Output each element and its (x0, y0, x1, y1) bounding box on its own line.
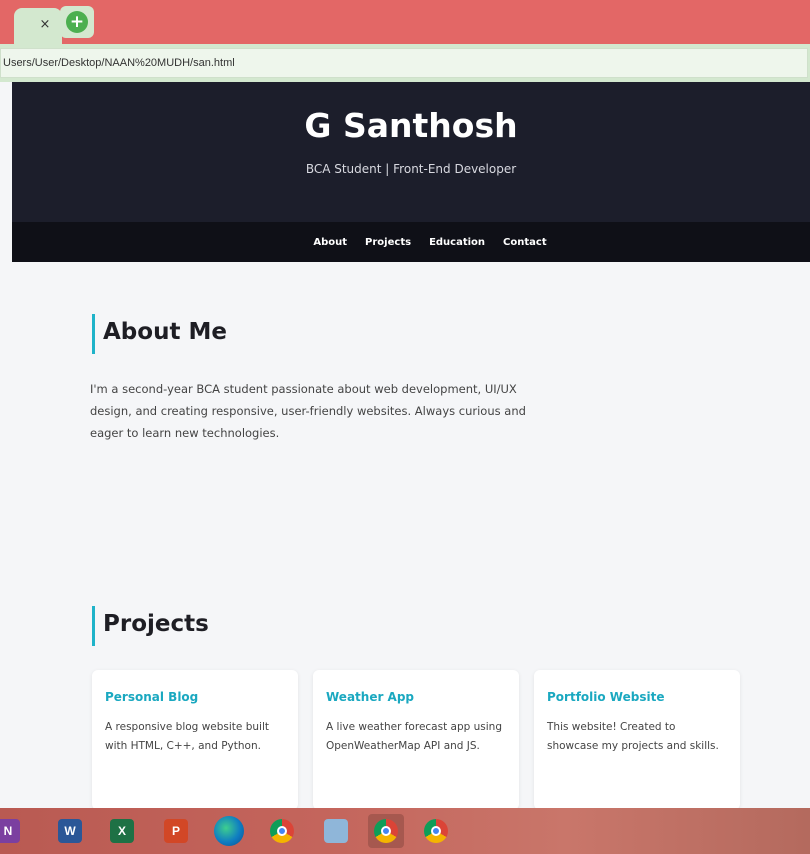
project-card-weather-app: Weather App A live weather forecast app … (313, 670, 519, 808)
project-card-description: This website! Created to showcase my pro… (547, 721, 719, 752)
about-title: About Me (92, 314, 227, 354)
browser-tab[interactable]: × (14, 8, 62, 44)
url-text: Users/User/Desktop/NAAN%20MUDH/san.html (3, 57, 235, 69)
nav-link-projects[interactable]: Projects (365, 237, 411, 248)
projects-title: Projects (92, 606, 209, 646)
project-card-title: Personal Blog (105, 690, 199, 704)
url-input[interactable]: Users/User/Desktop/NAAN%20MUDH/san.html (0, 48, 808, 78)
nav-link-about[interactable]: About (313, 237, 347, 248)
new-tab-button[interactable]: + (60, 6, 94, 38)
about-text: I'm a second-year BCA student passionate… (90, 382, 526, 440)
taskbar: N W X P (0, 808, 810, 854)
word-icon[interactable]: W (58, 819, 82, 843)
powerpoint-icon[interactable]: P (164, 819, 188, 843)
project-card-description: A responsive blog website built with HTM… (105, 721, 269, 752)
site-nav: About Projects Education Contact (12, 222, 810, 262)
chrome-icon[interactable] (270, 819, 294, 843)
notepad-icon[interactable] (324, 819, 348, 843)
project-card-portfolio-website: Portfolio Website This website! Created … (534, 670, 740, 808)
chrome-active-icon[interactable] (368, 814, 404, 848)
close-tab-icon[interactable]: × (38, 18, 52, 32)
nav-link-contact[interactable]: Contact (503, 237, 547, 248)
onenote-icon[interactable]: N (0, 819, 20, 843)
page-viewport: G Santhosh BCA Student | Front-End Devel… (12, 82, 810, 808)
chrome-profile-icon[interactable] (424, 819, 448, 843)
edge-icon[interactable] (214, 816, 244, 846)
excel-icon[interactable]: X (110, 819, 134, 843)
plus-icon: + (66, 11, 88, 33)
project-card-title: Portfolio Website (547, 690, 665, 704)
browser-tab-strip: × + (0, 0, 810, 44)
project-card-personal-blog: Personal Blog A responsive blog website … (92, 670, 298, 808)
project-card-description: A live weather forecast app using OpenWe… (326, 721, 502, 752)
project-card-title: Weather App (326, 690, 415, 704)
address-bar: Users/User/Desktop/NAAN%20MUDH/san.html (0, 44, 810, 82)
site-header: G Santhosh BCA Student | Front-End Devel… (12, 82, 810, 222)
site-name: G Santhosh (304, 106, 518, 145)
nav-link-education[interactable]: Education (429, 237, 485, 248)
site-tagline: BCA Student | Front-End Developer (305, 162, 517, 176)
